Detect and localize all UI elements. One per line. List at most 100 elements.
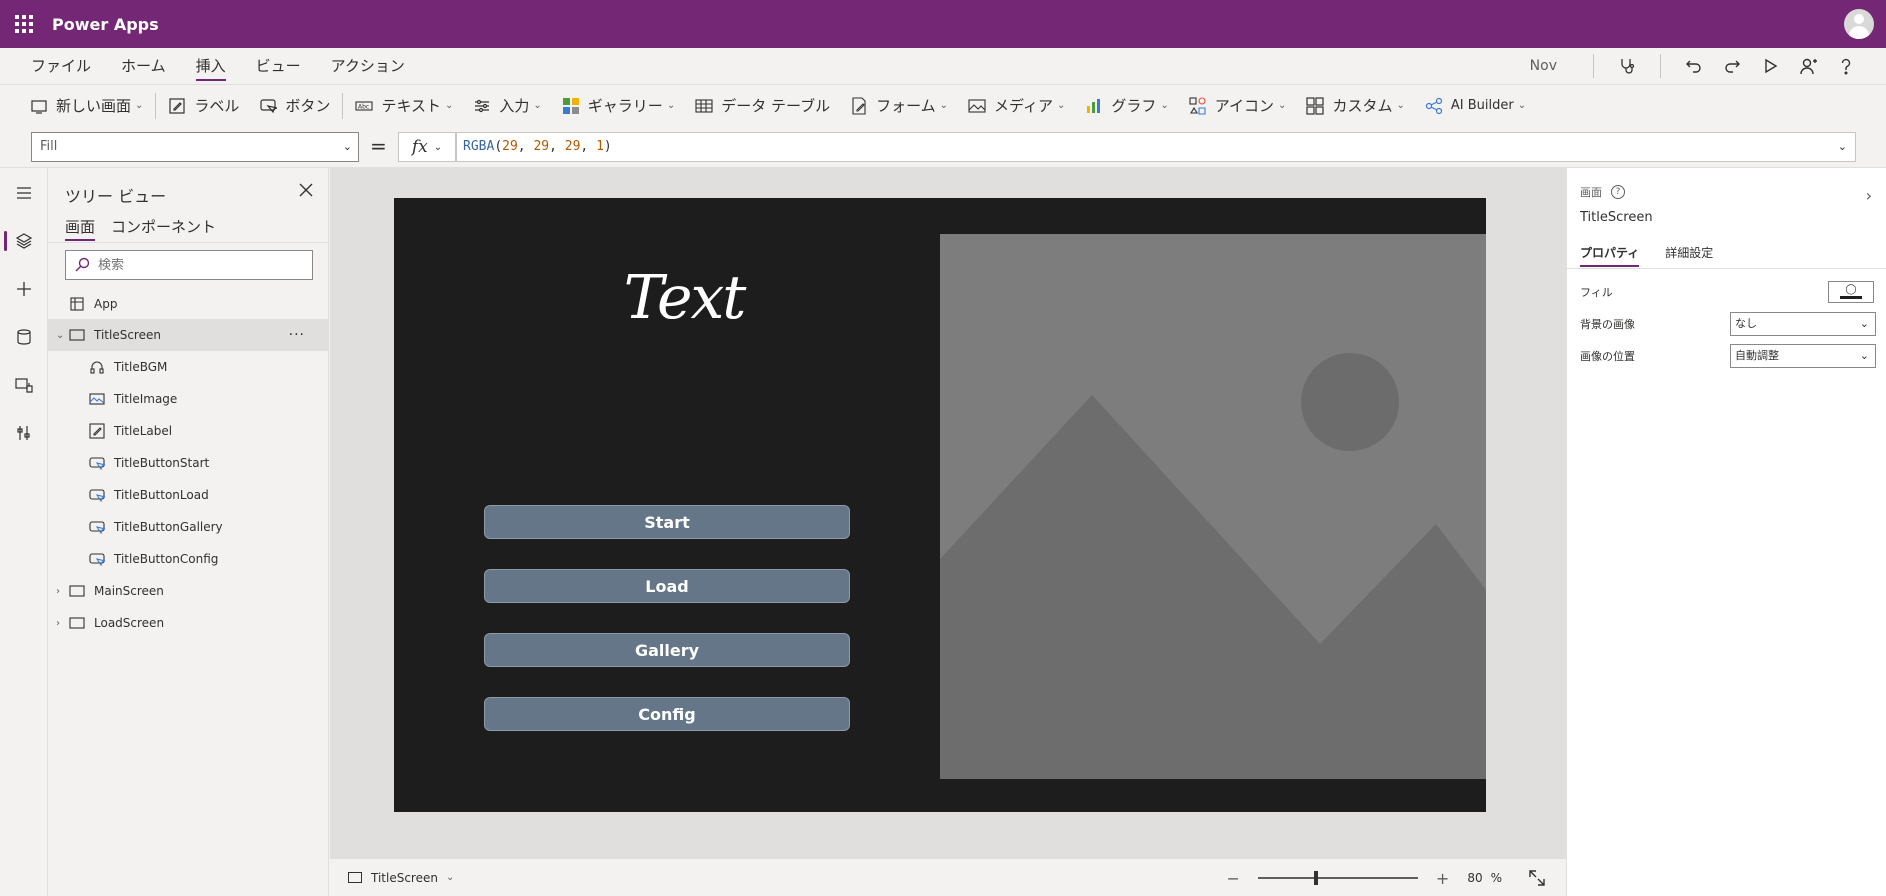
menu-view[interactable]: ビュー bbox=[256, 48, 301, 84]
property-dropdown[interactable]: Fill ⌄ bbox=[31, 132, 359, 162]
text-button[interactable]: Abc テキスト ⌄ bbox=[345, 85, 463, 127]
insert-plus-icon[interactable] bbox=[0, 269, 48, 309]
tree-item-mainscreen[interactable]: › MainScreen bbox=[48, 575, 329, 607]
tree-item-app[interactable]: App bbox=[48, 288, 329, 320]
tree-item-loadscreen[interactable]: › LoadScreen bbox=[48, 607, 329, 639]
fill-label: フィル bbox=[1580, 286, 1613, 299]
data-cylinder-icon[interactable] bbox=[0, 317, 48, 357]
share-icon[interactable] bbox=[1796, 54, 1820, 78]
icons-button[interactable]: アイコン ⌄ bbox=[1179, 85, 1297, 127]
svg-text:Abc: Abc bbox=[358, 103, 369, 110]
tree-tabs: 画面 コンポーネント bbox=[65, 216, 232, 241]
tree-view-layers-icon[interactable] bbox=[0, 221, 48, 261]
tree-search-box[interactable] bbox=[65, 250, 313, 280]
gallery-icon bbox=[562, 97, 580, 115]
custom-button-label: カスタム bbox=[1332, 97, 1393, 115]
media-button[interactable]: メディア ⌄ bbox=[958, 85, 1075, 127]
config-button[interactable]: Config bbox=[484, 697, 850, 731]
user-avatar[interactable] bbox=[1844, 9, 1874, 39]
chevron-down-icon: ⌄ bbox=[445, 872, 455, 883]
zoom-value: 80 bbox=[1467, 871, 1483, 885]
zoom-slider-thumb[interactable] bbox=[1313, 871, 1318, 885]
tab-components[interactable]: コンポーネント bbox=[111, 216, 216, 241]
screen-icon bbox=[68, 326, 86, 344]
form-button[interactable]: フォーム ⌄ bbox=[840, 85, 958, 127]
chevron-down-icon: ⌄ bbox=[1278, 100, 1287, 111]
menu-insert[interactable]: 挿入 bbox=[195, 48, 226, 84]
table-icon bbox=[695, 97, 713, 115]
app-launcher-icon[interactable] bbox=[12, 12, 36, 36]
redo-icon[interactable] bbox=[1720, 54, 1744, 78]
title-screen[interactable]: Text Start Load Gallery Config bbox=[394, 198, 1486, 812]
tree-item-titlelabel[interactable]: TitleLabel bbox=[48, 415, 329, 447]
chevron-right-icon[interactable]: › bbox=[56, 586, 68, 597]
undo-icon[interactable] bbox=[1682, 54, 1706, 78]
icons-button-label: アイコン bbox=[1214, 97, 1275, 115]
chevron-right-icon[interactable]: › bbox=[1866, 186, 1872, 205]
form-button-label: フォーム bbox=[876, 97, 936, 115]
more-options-icon[interactable]: ··· bbox=[289, 327, 305, 343]
menu-home[interactable]: ホーム bbox=[121, 48, 166, 84]
formula-b: 29 bbox=[564, 139, 581, 154]
search-input[interactable] bbox=[98, 257, 298, 273]
slider-icon bbox=[473, 97, 491, 115]
load-button[interactable]: Load bbox=[484, 569, 850, 603]
background-image-dropdown[interactable]: なし ⌄ bbox=[1730, 312, 1876, 336]
gallery-button[interactable]: Gallery bbox=[484, 633, 850, 667]
hamburger-menu-icon[interactable] bbox=[0, 173, 48, 213]
tab-screens[interactable]: 画面 bbox=[65, 216, 96, 241]
data-table-button-label: データ テーブル bbox=[721, 97, 831, 115]
properties-tabs: プロパティ 詳細設定 bbox=[1580, 244, 1739, 267]
title-label[interactable]: Text bbox=[594, 258, 774, 338]
screen-selector[interactable]: TitleScreen ⌄ bbox=[348, 871, 454, 885]
screen-icon bbox=[68, 614, 86, 632]
image-position-dropdown[interactable]: 自動調整 ⌄ bbox=[1730, 344, 1876, 368]
input-button[interactable]: 入力 ⌄ bbox=[463, 85, 551, 127]
zoom-slider[interactable] bbox=[1257, 871, 1418, 885]
menu-action[interactable]: アクション bbox=[331, 48, 405, 84]
tree-item-label: TitleImage bbox=[114, 392, 178, 406]
custom-button[interactable]: カスタム ⌄ bbox=[1296, 85, 1414, 127]
tab-advanced[interactable]: 詳細設定 bbox=[1665, 244, 1713, 267]
media-icon[interactable] bbox=[0, 365, 48, 405]
divider bbox=[155, 92, 157, 119]
chevron-right-icon[interactable]: › bbox=[56, 618, 68, 629]
fill-color-picker[interactable]: ◯ bbox=[1828, 281, 1874, 303]
tree-item-titlebuttonconfig[interactable]: TitleButtonConfig bbox=[48, 543, 329, 575]
help-icon[interactable]: ? bbox=[1611, 185, 1625, 199]
label-button[interactable]: ラベル bbox=[158, 85, 249, 127]
tab-properties[interactable]: プロパティ bbox=[1580, 244, 1640, 267]
chart-button[interactable]: グラフ ⌄ bbox=[1075, 85, 1178, 127]
fill-row: フィル ◯ bbox=[1580, 280, 1874, 304]
close-icon[interactable] bbox=[298, 182, 314, 198]
tree-item-titlebgm[interactable]: TitleBGM bbox=[48, 351, 329, 383]
tree-item-titleimage[interactable]: TitleImage bbox=[48, 383, 329, 415]
advanced-tools-icon[interactable] bbox=[0, 413, 48, 453]
tree-item-titlebuttongallery[interactable]: TitleButtonGallery bbox=[48, 511, 329, 543]
ai-builder-button[interactable]: AI Builder ⌄ bbox=[1415, 85, 1536, 127]
chevron-down-icon: ⌄ bbox=[533, 100, 542, 111]
zoom-out-button[interactable]: − bbox=[1227, 869, 1240, 888]
new-screen-button[interactable]: 新しい画面 ⌄ bbox=[20, 85, 153, 127]
title-image[interactable] bbox=[940, 234, 1486, 779]
data-table-button[interactable]: データ テーブル bbox=[685, 85, 840, 127]
tree-item-titlescreen[interactable]: ⌄ TitleScreen ··· bbox=[48, 319, 329, 351]
tree-item-label: MainScreen bbox=[94, 584, 164, 598]
fit-to-window-icon[interactable] bbox=[1528, 869, 1546, 887]
formula-open-paren: ( bbox=[494, 139, 503, 154]
help-icon[interactable] bbox=[1834, 54, 1858, 78]
design-canvas: Text Start Load Gallery Config bbox=[330, 168, 1566, 858]
expand-formula-icon[interactable]: ⌄ bbox=[1838, 133, 1847, 161]
start-button[interactable]: Start bbox=[484, 505, 850, 539]
tree-item-titlebuttonstart[interactable]: TitleButtonStart bbox=[48, 447, 329, 479]
gallery-button[interactable]: ギャラリー ⌄ bbox=[552, 85, 685, 127]
play-icon[interactable] bbox=[1758, 54, 1782, 78]
button-button[interactable]: ボタン bbox=[249, 85, 340, 127]
zoom-in-button[interactable]: + bbox=[1436, 869, 1449, 888]
formula-input[interactable]: RGBA(29, 29, 29, 1) ⌄ bbox=[456, 132, 1856, 162]
stethoscope-icon[interactable] bbox=[1615, 54, 1639, 78]
fx-button[interactable]: fx ⌄ bbox=[398, 132, 456, 162]
tree-item-titlebuttonload[interactable]: TitleButtonLoad bbox=[48, 479, 329, 511]
menu-file[interactable]: ファイル bbox=[31, 48, 91, 84]
chevron-down-icon[interactable]: ⌄ bbox=[56, 330, 68, 341]
